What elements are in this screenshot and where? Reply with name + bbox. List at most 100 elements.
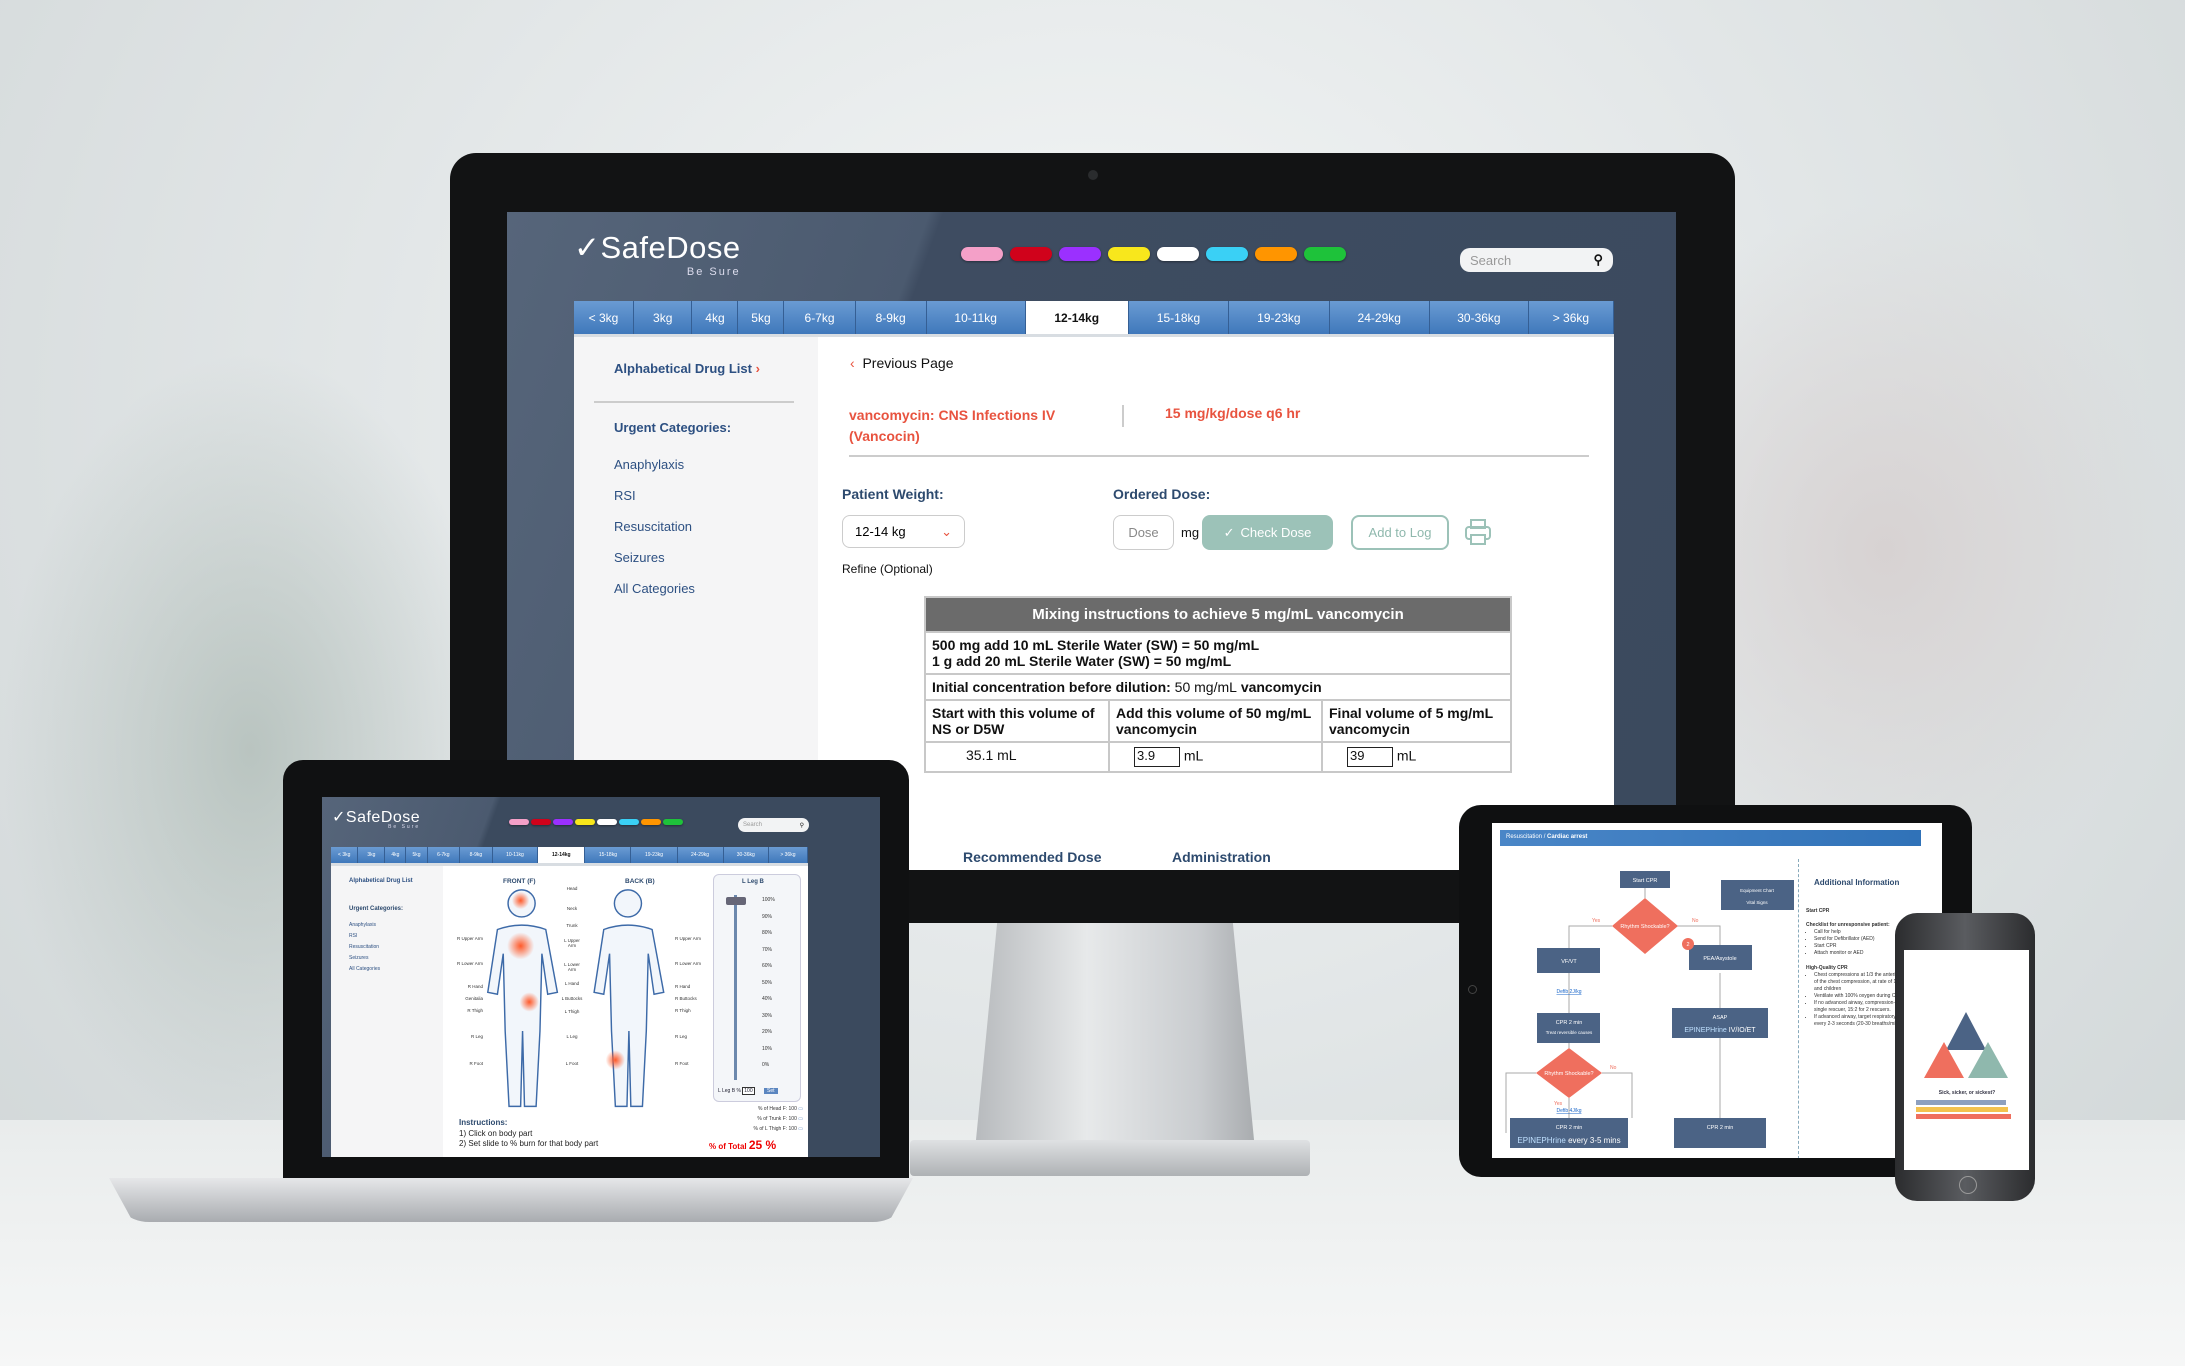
tab-weight[interactable]: 12-14kg xyxy=(1025,301,1129,334)
defib-2jkg-link[interactable]: Defib 2J/kg xyxy=(1556,989,1581,995)
body-part-label[interactable]: R Thigh xyxy=(455,1008,483,1013)
tab-weight[interactable]: 19-23kg xyxy=(631,847,678,863)
tab-weight[interactable]: 24-29kg xyxy=(1330,301,1430,334)
sidebar-item[interactable]: Anaphylaxis xyxy=(349,922,376,928)
check-dose-button[interactable]: ✓ Check Dose xyxy=(1202,515,1333,550)
body-part-label[interactable]: L Buttocks xyxy=(561,996,583,1001)
dose-input[interactable]: Dose xyxy=(1113,515,1174,550)
tab-administration[interactable]: Administration xyxy=(1172,849,1271,865)
final-volume-input[interactable]: 39 xyxy=(1347,747,1393,767)
sidebar-item[interactable]: All Categories xyxy=(349,966,380,972)
sidebar-item[interactable]: All Categories xyxy=(614,581,695,596)
sidebar-item[interactable]: RSI xyxy=(349,933,357,939)
printer-icon[interactable] xyxy=(1463,517,1493,547)
body-part-label[interactable]: R Upper Arm xyxy=(675,936,705,941)
search-input[interactable]: Search ⚲ xyxy=(1460,248,1613,272)
slider-track[interactable] xyxy=(734,895,737,1080)
body-part-label[interactable]: L Hand xyxy=(561,981,583,986)
minus-button[interactable]: ▭ xyxy=(797,1106,803,1112)
color-pill[interactable] xyxy=(1108,247,1150,261)
color-pill[interactable] xyxy=(1206,247,1248,261)
body-part-label[interactable]: L Upper Arm xyxy=(561,938,583,948)
refine-label[interactable]: Refine (Optional) xyxy=(842,562,933,576)
epinephrine-link[interactable]: EPINEPHrine xyxy=(1517,1136,1566,1145)
sidebar-item[interactable]: Resuscitation xyxy=(614,519,692,534)
minus-button[interactable]: ▭ xyxy=(797,1116,803,1122)
color-pill[interactable] xyxy=(553,819,573,825)
body-part-label[interactable]: R Foot xyxy=(675,1061,705,1066)
body-part-label[interactable]: R Hand xyxy=(675,984,705,989)
tab-weight[interactable]: 10-11kg xyxy=(927,301,1026,334)
body-part-label[interactable]: R Thigh xyxy=(675,1008,705,1013)
body-part-label[interactable]: R Hand xyxy=(455,984,483,989)
body-part-label[interactable]: L Lower Arm xyxy=(561,962,583,972)
tab-weight[interactable]: 30-36kg xyxy=(1430,301,1529,334)
search-input[interactable]: Search ⚲ xyxy=(738,818,809,832)
body-part-label[interactable]: Trunk xyxy=(561,923,583,928)
sidebar-item[interactable]: Anaphylaxis xyxy=(614,457,684,472)
body-part-label[interactable]: L Foot xyxy=(561,1061,583,1066)
volume-input[interactable]: 3.9 xyxy=(1134,747,1180,767)
sidebar-item[interactable]: RSI xyxy=(614,488,636,503)
tab-weight[interactable]: 12-14kg xyxy=(538,847,586,863)
color-pill[interactable] xyxy=(575,819,595,825)
body-part-label[interactable]: R Leg xyxy=(455,1034,483,1039)
color-pill[interactable] xyxy=(509,819,529,825)
body-part-label[interactable]: R Leg xyxy=(675,1034,705,1039)
defib-4jkg-link[interactable]: Defib 4J/kg xyxy=(1556,1108,1581,1114)
body-part-label[interactable]: L Thigh xyxy=(561,1009,583,1014)
slider-handle[interactable] xyxy=(726,897,746,905)
tab-weight[interactable]: 30-36kg xyxy=(724,847,769,863)
tab-weight[interactable]: 8-9kg xyxy=(856,301,927,334)
color-pill[interactable] xyxy=(1157,247,1199,261)
color-pill[interactable] xyxy=(663,819,683,825)
tab-weight[interactable]: 15-18kg xyxy=(585,847,632,863)
tab-weight[interactable]: < 3kg xyxy=(331,847,359,863)
epinephrine-link[interactable]: EPINEPHrine xyxy=(1684,1027,1727,1034)
patient-weight-select[interactable]: 12-14 kg ⌄ xyxy=(842,515,965,548)
alphabetical-drug-list-link[interactable]: Alphabetical Drug List xyxy=(349,878,413,884)
tab-recommended-dose[interactable]: Recommended Dose xyxy=(963,849,1101,865)
body-part-label[interactable]: Neck xyxy=(561,906,583,911)
body-part-label[interactable]: Genitalia xyxy=(455,996,483,1001)
body-part-label[interactable]: R Lower Arm xyxy=(675,961,705,966)
vital-signs-link[interactable]: Vital Signs xyxy=(1746,900,1768,905)
body-part-label[interactable]: R Buttocks xyxy=(675,996,705,1001)
color-pill[interactable] xyxy=(1304,247,1346,261)
body-part-label[interactable]: L Leg xyxy=(561,1034,583,1039)
tab-weight[interactable]: 3kg xyxy=(358,847,386,863)
tab-weight[interactable]: 8-9kg xyxy=(460,847,493,863)
tab-weight[interactable]: > 36kg xyxy=(1529,301,1614,334)
body-part-label[interactable]: R Foot xyxy=(455,1061,483,1066)
tab-weight[interactable]: 6-7kg xyxy=(428,847,461,863)
body-diagram[interactable] xyxy=(443,886,693,1118)
previous-page-link[interactable]: ‹ Previous Page xyxy=(850,355,954,371)
tab-weight[interactable]: 19-23kg xyxy=(1229,301,1330,334)
slider-value-input[interactable]: 100 xyxy=(742,1087,755,1095)
tab-weight[interactable]: 3kg xyxy=(634,301,693,334)
tab-weight[interactable]: 4kg xyxy=(692,301,739,334)
color-pill[interactable] xyxy=(1255,247,1297,261)
add-to-log-button[interactable]: Add to Log xyxy=(1351,515,1449,550)
body-part-label[interactable]: R Upper Arm xyxy=(455,936,483,941)
alphabetical-drug-list-link[interactable]: Alphabetical Drug List › xyxy=(614,361,760,376)
color-pill[interactable] xyxy=(1059,247,1101,261)
tab-weight[interactable]: 6-7kg xyxy=(784,301,856,334)
tab-weight[interactable]: 5kg xyxy=(738,301,785,334)
color-pill[interactable] xyxy=(619,819,639,825)
tab-weight[interactable]: < 3kg xyxy=(574,301,634,334)
sidebar-item[interactable]: Seizures xyxy=(349,955,368,961)
tab-weight[interactable]: 24-29kg xyxy=(678,847,724,863)
tab-weight[interactable]: 5kg xyxy=(406,847,428,863)
color-pill[interactable] xyxy=(1010,247,1052,261)
tab-weight[interactable]: > 36kg xyxy=(769,847,808,863)
minus-button[interactable]: ▭ xyxy=(797,1126,803,1132)
tab-weight[interactable]: 15-18kg xyxy=(1129,301,1230,334)
tab-weight[interactable]: 4kg xyxy=(385,847,407,863)
color-pill[interactable] xyxy=(597,819,617,825)
sidebar-item[interactable]: Resuscitation xyxy=(349,944,379,950)
search-icon[interactable]: ⚲ xyxy=(1593,252,1603,268)
body-part-label[interactable]: Head xyxy=(561,886,583,891)
equipment-chart-link[interactable]: Equipment Chart xyxy=(1740,888,1775,893)
color-pill[interactable] xyxy=(531,819,551,825)
